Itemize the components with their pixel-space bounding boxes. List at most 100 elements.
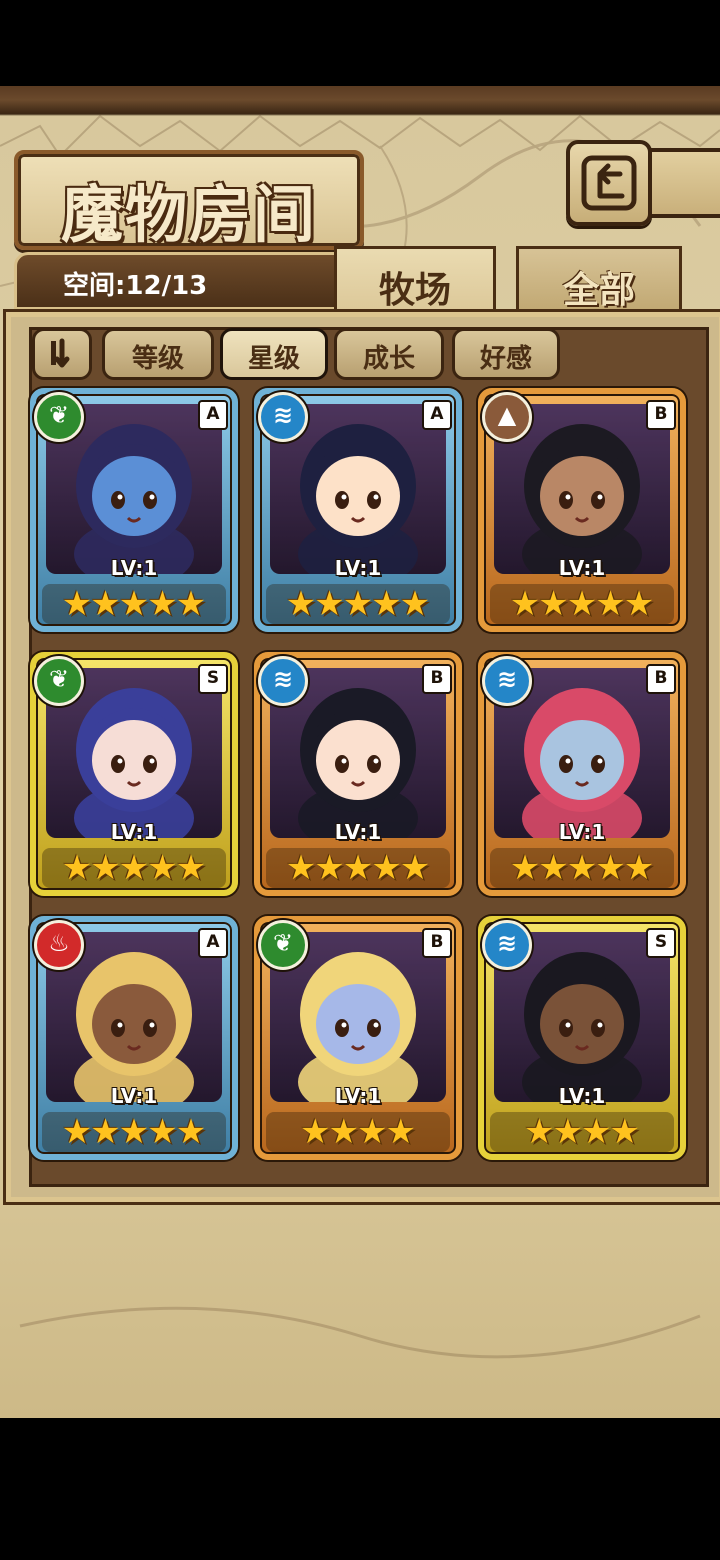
filter-star-button[interactable]: 星级 bbox=[220, 328, 328, 380]
star-icon: ★ bbox=[595, 848, 626, 888]
space-counter: 空间:12/13 bbox=[14, 252, 346, 310]
sort-order-button[interactable] bbox=[32, 328, 92, 380]
star-icon: ★ bbox=[314, 848, 345, 888]
rank-badge: S bbox=[646, 928, 676, 958]
level-label: LV:1 bbox=[334, 556, 382, 580]
star-icon: ★ bbox=[61, 584, 93, 624]
water-icon: ≋ bbox=[258, 392, 308, 442]
star-icon: ★ bbox=[399, 848, 431, 888]
star-icon: ★ bbox=[399, 584, 431, 624]
water-icon: ≋ bbox=[258, 656, 308, 706]
star-icon: ★ bbox=[285, 848, 317, 888]
star-icon: ★ bbox=[581, 1112, 612, 1152]
star-icon: ★ bbox=[314, 584, 345, 624]
monster-card[interactable]: ❦ S LV:1 ★★★★★ bbox=[30, 652, 238, 896]
navigation-area bbox=[0, 1418, 720, 1560]
star-icon: ★ bbox=[61, 1112, 93, 1152]
star-icon: ★ bbox=[342, 848, 374, 888]
tab-label: 全部 bbox=[562, 270, 635, 311]
star-icon: ★ bbox=[90, 848, 121, 888]
star-icon: ★ bbox=[609, 1112, 640, 1152]
star-icon: ★ bbox=[118, 584, 150, 624]
star-icon: ★ bbox=[538, 584, 569, 624]
star-icon: ★ bbox=[357, 1112, 388, 1152]
star-icon: ★ bbox=[342, 584, 374, 624]
star-icon: ★ bbox=[147, 1112, 178, 1152]
rank-badge: B bbox=[646, 400, 676, 430]
mountain-icon: ▲ bbox=[482, 392, 532, 442]
star-rating: ★★★★ bbox=[490, 1112, 674, 1152]
tab-label: 牧场 bbox=[378, 270, 451, 311]
star-icon: ★ bbox=[524, 1112, 555, 1152]
monster-card[interactable]: ❦ B LV:1 ★★★★ bbox=[254, 916, 462, 1160]
star-icon: ★ bbox=[595, 584, 626, 624]
monster-card[interactable]: ≋ B LV:1 ★★★★★ bbox=[254, 652, 462, 896]
rank-badge: B bbox=[646, 664, 676, 694]
title-plate: 魔物房间 bbox=[14, 150, 364, 251]
star-icon: ★ bbox=[509, 848, 541, 888]
star-icon: ★ bbox=[285, 584, 317, 624]
star-icon: ★ bbox=[538, 848, 569, 888]
filter-label: 好感 bbox=[479, 344, 532, 374]
star-icon: ★ bbox=[90, 1112, 121, 1152]
level-label: LV:1 bbox=[110, 820, 158, 844]
monster-card[interactable]: ▲ B LV:1 ★★★★★ bbox=[478, 388, 686, 632]
star-icon: ★ bbox=[552, 1112, 583, 1152]
star-rating: ★★★★★ bbox=[42, 584, 226, 624]
rank-badge: A bbox=[422, 400, 452, 430]
star-rating: ★★★★★ bbox=[266, 584, 450, 624]
rank-badge: S bbox=[198, 664, 228, 694]
filter-growth-button[interactable]: 成长 bbox=[334, 328, 444, 380]
monster-card[interactable]: ≋ A LV:1 ★★★★★ bbox=[254, 388, 462, 632]
star-rating: ★★★★★ bbox=[266, 848, 450, 888]
level-label: LV:1 bbox=[558, 556, 606, 580]
rank-badge: A bbox=[198, 928, 228, 958]
tab-pasture[interactable]: 牧场 bbox=[334, 246, 496, 311]
star-rating: ★★★★★ bbox=[490, 848, 674, 888]
filter-label: 成长 bbox=[362, 344, 415, 374]
level-label: LV:1 bbox=[558, 820, 606, 844]
leaf-icon: ❦ bbox=[34, 656, 84, 706]
star-icon: ★ bbox=[385, 1112, 416, 1152]
page-title: 魔物房间 bbox=[60, 178, 317, 251]
star-icon: ★ bbox=[61, 848, 93, 888]
star-icon: ★ bbox=[90, 584, 121, 624]
rank-badge: A bbox=[198, 400, 228, 430]
star-rating: ★★★★★ bbox=[42, 1112, 226, 1152]
flame-icon: ♨ bbox=[34, 920, 84, 970]
back-button-rail bbox=[644, 148, 720, 218]
level-label: LV:1 bbox=[110, 1084, 158, 1108]
monster-card[interactable]: ≋ B LV:1 ★★★★★ bbox=[478, 652, 686, 896]
star-icon: ★ bbox=[175, 1112, 207, 1152]
filter-label: 等级 bbox=[131, 344, 184, 374]
star-icon: ★ bbox=[147, 584, 178, 624]
level-label: LV:1 bbox=[334, 820, 382, 844]
monster-card[interactable]: ≋ S LV:1 ★★★★ bbox=[478, 916, 686, 1160]
level-label: LV:1 bbox=[110, 556, 158, 580]
tab-all[interactable]: 全部 bbox=[516, 246, 682, 311]
space-text: 空间:12/13 bbox=[63, 271, 208, 301]
star-icon: ★ bbox=[566, 848, 598, 888]
star-icon: ★ bbox=[118, 848, 150, 888]
star-rating: ★★★★★ bbox=[42, 848, 226, 888]
leaf-icon: ❦ bbox=[258, 920, 308, 970]
star-icon: ★ bbox=[118, 1112, 150, 1152]
filter-label: 星级 bbox=[247, 344, 300, 374]
star-icon: ★ bbox=[328, 1112, 359, 1152]
star-icon: ★ bbox=[175, 584, 207, 624]
water-icon: ≋ bbox=[482, 920, 532, 970]
back-arrow-icon bbox=[581, 155, 637, 211]
star-icon: ★ bbox=[566, 584, 598, 624]
back-button[interactable] bbox=[566, 140, 652, 226]
monster-card[interactable]: ♨ A LV:1 ★★★★★ bbox=[30, 916, 238, 1160]
rank-badge: B bbox=[422, 928, 452, 958]
filter-level-button[interactable]: 等级 bbox=[102, 328, 214, 380]
star-icon: ★ bbox=[147, 848, 178, 888]
status-area bbox=[0, 0, 720, 86]
filter-affection-button[interactable]: 好感 bbox=[452, 328, 560, 380]
star-rating: ★★★★★ bbox=[490, 584, 674, 624]
level-label: LV:1 bbox=[334, 1084, 382, 1108]
monster-card[interactable]: ❦ A LV:1 ★★★★★ bbox=[30, 388, 238, 632]
rank-badge: B bbox=[422, 664, 452, 694]
star-icon: ★ bbox=[623, 584, 655, 624]
